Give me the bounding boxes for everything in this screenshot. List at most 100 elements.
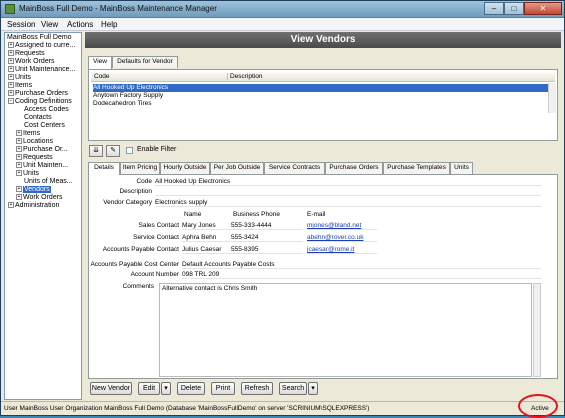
list-scrollbar[interactable]	[548, 83, 556, 113]
sales-contact-label: Sales Contact	[138, 222, 179, 229]
tree-item[interactable]: + Requests	[8, 50, 45, 58]
collapse-icon[interactable]: −	[8, 98, 14, 105]
tab-service-contracts[interactable]: Service Contracts	[264, 162, 325, 174]
expand-icon[interactable]: +	[16, 154, 22, 161]
tree-item[interactable]: + Unit Mainten...	[16, 162, 68, 170]
tree-item[interactable]: Units of Meas...	[24, 178, 73, 186]
expand-icon[interactable]: +	[8, 74, 14, 81]
tab-units[interactable]: Units	[450, 162, 473, 174]
menu-view[interactable]: View	[41, 20, 58, 29]
expand-icon[interactable]: +	[8, 82, 14, 89]
tab-purchase-orders[interactable]: Purchase Orders	[325, 162, 383, 174]
expand-icon[interactable]: +	[8, 90, 14, 97]
list-header: Code Description	[91, 72, 555, 82]
expand-icon[interactable]: +	[16, 170, 22, 177]
filter-edit-button[interactable]: ✎	[106, 145, 120, 157]
highlight-circle	[518, 394, 558, 418]
expand-icon[interactable]: +	[8, 42, 14, 49]
expand-icon[interactable]: +	[8, 202, 14, 209]
account-number-field: 098 TRL 209	[182, 271, 541, 279]
column-business-phone: Business Phone	[233, 211, 280, 218]
menu-session[interactable]: Session	[7, 20, 35, 29]
expand-icon[interactable]: +	[16, 194, 22, 201]
list-item[interactable]: Anytown Factory Supply	[93, 92, 551, 100]
expand-icon[interactable]: +	[8, 66, 14, 73]
tab-per-job-outside[interactable]: Per Job Outside	[210, 162, 264, 174]
ap-contact-label: Accounts Payable Contact	[102, 246, 179, 253]
expand-icon[interactable]: +	[16, 146, 22, 153]
description-field	[155, 188, 541, 196]
description-label: Description	[119, 188, 152, 195]
close-button[interactable]: ✕	[524, 2, 562, 15]
tree-item[interactable]: Access Codes	[24, 106, 69, 114]
column-header-code[interactable]: Code	[94, 73, 110, 80]
expand-icon[interactable]: +	[16, 138, 22, 145]
title-bar[interactable]: MainBoss Full Demo - MainBoss Maintenanc…	[1, 1, 564, 18]
page-title: View Vendors	[85, 32, 561, 48]
tree-item-root[interactable]: MainBoss Full Demo	[7, 34, 72, 42]
service-contact-name: Aphra Behn	[182, 234, 230, 242]
expand-icon[interactable]: +	[8, 50, 14, 57]
tree-item[interactable]: + Items	[16, 130, 40, 138]
ap-contact-phone: 555-8395	[231, 246, 303, 254]
view-tabs: View Defaults for Vendor	[88, 56, 388, 69]
tree-item[interactable]: + Purchase Or...	[16, 146, 68, 154]
menu-help[interactable]: Help	[101, 20, 117, 29]
tree-item[interactable]: + Items	[8, 82, 32, 90]
tree-item-vendors[interactable]: + Vendors	[16, 186, 51, 194]
minimize-button[interactable]: –	[484, 2, 504, 15]
tab-view[interactable]: View	[88, 56, 112, 69]
tree-item[interactable]: + Locations	[16, 138, 53, 146]
tab-hourly-outside[interactable]: Hourly Outside	[160, 162, 210, 174]
expand-icon[interactable]: +	[16, 162, 22, 169]
new-vendor-button[interactable]: New Vendor	[90, 382, 132, 395]
tree-item[interactable]: Contacts	[24, 114, 52, 122]
account-number-label: Account Number	[130, 271, 179, 278]
list-item[interactable]: Dodecahedron Tires	[93, 100, 551, 108]
expand-icon[interactable]: +	[16, 130, 22, 137]
collapse-list-button[interactable]: ⇊	[89, 145, 103, 157]
tree-item[interactable]: + Unit Maintenance...	[8, 66, 75, 74]
tree-item[interactable]: + Units	[8, 74, 31, 82]
ap-contact-name: Julius Caesar	[182, 246, 230, 254]
expand-icon[interactable]: +	[8, 58, 14, 65]
expand-icon[interactable]: +	[16, 186, 22, 193]
tree-item[interactable]: + Purchase Orders	[8, 90, 68, 98]
column-header-description[interactable]: Description	[227, 73, 263, 80]
tree-item[interactable]: + Work Orders	[16, 194, 63, 202]
menu-actions[interactable]: Actions	[67, 20, 93, 29]
search-dropdown-button[interactable]: ▾	[308, 382, 318, 395]
tab-item-pricing[interactable]: Item Pricing	[120, 162, 160, 174]
edit-dropdown-button[interactable]: ▾	[161, 382, 171, 395]
tree-item[interactable]: + Requests	[16, 154, 53, 162]
tree-item[interactable]: + Assigned to curre...	[8, 42, 75, 50]
column-name: Name	[184, 211, 202, 218]
delete-button[interactable]: Delete	[177, 382, 205, 395]
menu-bar: Session View Actions Help	[1, 18, 564, 31]
tab-purchase-templates[interactable]: Purchase Templates	[383, 162, 450, 174]
comments-scrollbar[interactable]	[533, 283, 541, 377]
vendor-list-panel: Code Description All Hooked Up Electroni…	[88, 69, 558, 141]
maximize-button[interactable]: □	[504, 2, 524, 15]
tree-item[interactable]: + Units	[16, 170, 39, 178]
refresh-button[interactable]: Refresh	[241, 382, 273, 395]
sales-contact-email-link[interactable]: mjones@bland.net	[307, 222, 377, 230]
app-window: MainBoss Full Demo - MainBoss Maintenanc…	[0, 0, 565, 418]
ap-cost-center-field: Default Accounts Payable Costs	[182, 261, 541, 269]
tree-item[interactable]: + Administration	[8, 202, 59, 210]
list-item[interactable]: All Hooked Up Electronics	[93, 84, 551, 92]
print-button[interactable]: Print	[211, 382, 235, 395]
vendor-details-panel: Code All Hooked Up Electronics Descripti…	[88, 174, 558, 379]
window-title: MainBoss Full Demo - MainBoss Maintenanc…	[19, 4, 217, 13]
edit-button[interactable]: Edit	[138, 382, 160, 395]
tab-defaults-for-vendor[interactable]: Defaults for Vendor	[112, 56, 178, 68]
tree-item[interactable]: − Coding Definitions	[8, 98, 72, 106]
comments-label: Comments	[122, 283, 154, 290]
search-button[interactable]: Search	[279, 382, 307, 395]
service-contact-email-link[interactable]: abehn@rover.co.uk	[307, 234, 377, 242]
ap-contact-email-link[interactable]: jcaesar@rome.it	[307, 246, 377, 254]
tab-details[interactable]: Details	[88, 162, 120, 175]
enable-filter-checkbox[interactable]	[126, 147, 133, 154]
tree-item[interactable]: Cost Centers	[24, 122, 65, 130]
tree-item[interactable]: + Work Orders	[8, 58, 55, 66]
